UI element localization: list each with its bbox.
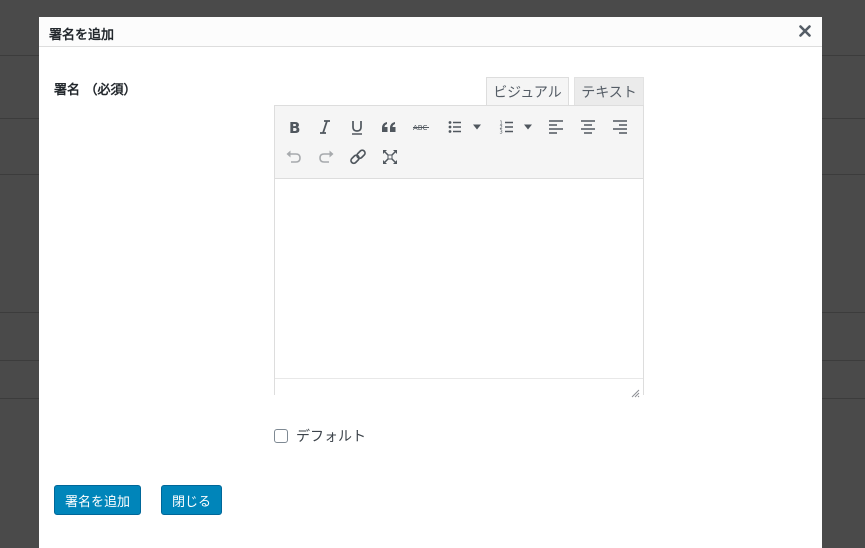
tab-text[interactable]: テキスト — [574, 77, 644, 105]
close-button[interactable]: 閉じる — [161, 485, 222, 515]
italic-button[interactable] — [311, 114, 339, 140]
insert-link-button[interactable] — [344, 144, 372, 170]
add-signature-dialog: 署名を追加 署名 （必須） ビジュアル テキスト B 1 2 3 デフォルト 署… — [39, 17, 822, 548]
numbered-list-button[interactable]: 1 2 3 — [493, 114, 521, 140]
resize-grip-icon — [631, 389, 640, 398]
default-checkbox[interactable] — [274, 429, 288, 443]
editor-statusbar — [275, 378, 643, 398]
default-checkbox-label[interactable]: デフォルト — [296, 426, 366, 446]
signature-editor: B ABC — [274, 105, 644, 398]
editor-content-area[interactable] — [275, 179, 643, 377]
align-right-button[interactable] — [606, 114, 634, 140]
undo-button[interactable] — [280, 144, 308, 170]
bullet-list-icon — [448, 121, 461, 133]
close-icon — [799, 25, 811, 37]
signature-field-label: 署名 （必須） — [54, 83, 137, 98]
editor-toolbar: B ABC — [275, 106, 643, 179]
link-icon — [350, 149, 366, 165]
bullet-list-dropdown[interactable] — [471, 114, 483, 140]
blockquote-button[interactable] — [375, 114, 403, 140]
svg-text:B: B — [289, 119, 300, 135]
blockquote-icon — [382, 122, 396, 132]
svg-text:3: 3 — [500, 130, 503, 136]
redo-icon — [319, 150, 334, 163]
undo-icon — [286, 150, 301, 163]
bold-button[interactable]: B — [280, 114, 308, 140]
align-left-icon — [549, 120, 563, 134]
underline-button[interactable] — [343, 114, 371, 140]
strikethrough-icon: ABC — [413, 124, 429, 132]
tab-visual[interactable]: ビジュアル — [486, 77, 569, 105]
numbered-list-icon: 1 2 3 — [500, 121, 513, 136]
chevron-down-icon — [524, 124, 532, 130]
align-left-button[interactable] — [542, 114, 570, 140]
dialog-header: 署名を追加 — [39, 17, 822, 47]
dialog-title: 署名を追加 — [49, 28, 115, 43]
add-signature-button[interactable]: 署名を追加 — [54, 485, 141, 515]
align-right-icon — [613, 120, 627, 134]
numbered-list-dropdown[interactable] — [522, 114, 534, 140]
chevron-down-icon — [473, 124, 481, 130]
strikethrough-button[interactable]: ABC — [407, 114, 435, 140]
close-dialog-button[interactable] — [794, 19, 816, 43]
italic-icon — [320, 120, 330, 134]
align-center-icon — [581, 120, 595, 134]
redo-button[interactable] — [312, 144, 340, 170]
bullet-list-button[interactable] — [441, 114, 469, 140]
resize-handle[interactable] — [630, 383, 640, 398]
align-center-button[interactable] — [574, 114, 602, 140]
bold-icon: B — [289, 119, 300, 135]
fullscreen-button[interactable] — [376, 144, 404, 170]
default-option: デフォルト — [274, 426, 366, 446]
fullscreen-icon — [383, 150, 397, 164]
underline-icon — [352, 121, 362, 135]
